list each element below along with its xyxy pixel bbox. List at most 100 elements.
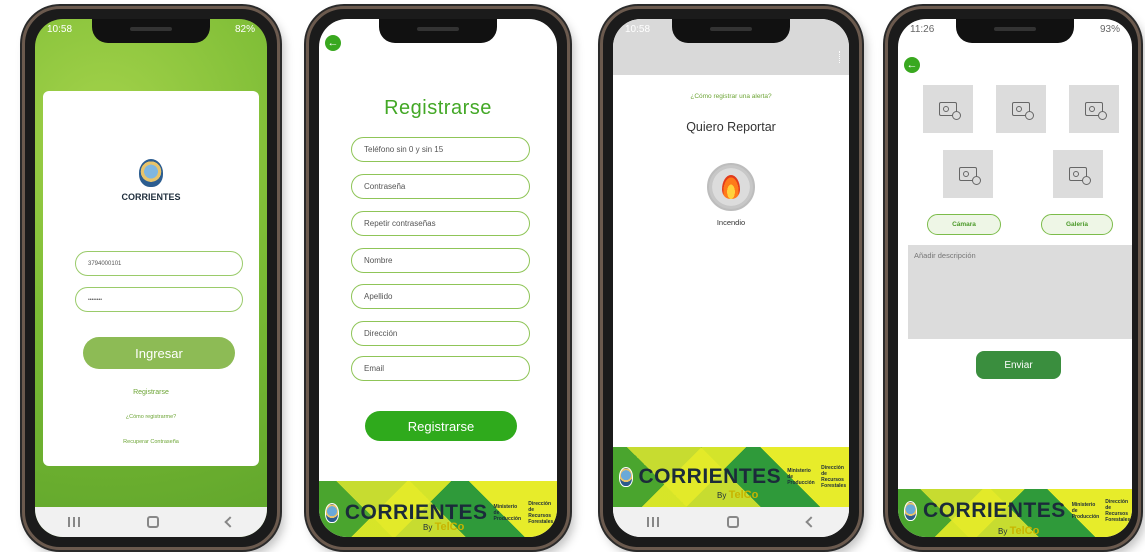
address-field-placeholder: Dirección [364, 329, 398, 338]
name-field[interactable]: Nombre [351, 248, 530, 273]
telco-brand: TelCo [728, 489, 759, 501]
footer-org-2: Dirección de Recursos Forestales [821, 465, 847, 489]
description-placeholder: Añadir descripción [914, 251, 976, 260]
how-register-link[interactable]: ¿Cómo registrarme? [43, 414, 259, 420]
add-photo-icon [959, 167, 981, 185]
recent-apps-icon[interactable] [68, 517, 81, 527]
login-button[interactable]: Ingresar [83, 337, 235, 369]
footer-org-1: Ministerio de Producción [493, 504, 522, 522]
footer-banner: CORRIENTES Ministerio de Producción Dire… [319, 481, 557, 537]
footer-org-1: Ministerio de Producción [1071, 502, 1100, 520]
phone-upload: 11:26 93% ← Cámara Galería Añadir descri… [885, 6, 1141, 550]
register-screen: ← Registrarse Teléfono sin 0 y sin 15 Co… [319, 19, 557, 537]
photo-slot-5[interactable] [1053, 150, 1103, 198]
back-arrow-icon[interactable]: ← [904, 57, 920, 73]
login-card: CORRIENTES 3794000101 •••••••• Ingresar … [43, 91, 259, 466]
recover-password-link[interactable]: Recuperar Contraseña [43, 439, 259, 445]
register-link[interactable]: Registrarse [43, 389, 259, 396]
by-label: By [423, 523, 433, 532]
add-photo-icon [939, 102, 961, 120]
report-heading: Quiero Reportar [686, 120, 776, 134]
login-screen: 10:58 82% CORRIENTES 3794000101 ••••••••… [35, 19, 267, 537]
status-battery: 82% [234, 24, 255, 35]
password-value: •••••••• [88, 296, 103, 303]
gallery-button[interactable]: Galería [1041, 214, 1113, 235]
login-button-label: Ingresar [135, 345, 183, 361]
by-telco: By TelCo [717, 489, 758, 501]
help-link[interactable]: ¿Cómo registrar una alerta? [613, 93, 849, 100]
footer-org-1: Ministerio de Producción [787, 468, 815, 486]
password-input[interactable]: •••••••• [75, 287, 243, 312]
repeat-password-placeholder: Repetir contraseñas [364, 219, 436, 228]
phone-register: ← Registrarse Teléfono sin 0 y sin 15 Co… [306, 6, 570, 550]
surname-field-placeholder: Apellido [364, 292, 393, 301]
send-button-label: Enviar [1004, 359, 1033, 371]
register-title: Registrarse [384, 97, 492, 119]
fire-icon [722, 175, 740, 199]
register-submit-label: Registrarse [407, 418, 475, 434]
back-icon[interactable] [805, 516, 817, 528]
description-textarea[interactable]: Añadir descripción [908, 245, 1132, 339]
status-time: 11:26 [910, 24, 935, 35]
notch [379, 19, 497, 43]
menu-icon[interactable] [839, 51, 843, 63]
recent-apps-icon[interactable] [647, 517, 659, 527]
add-photo-icon [1012, 102, 1034, 120]
password-field[interactable]: Contraseña [351, 174, 530, 199]
camera-button[interactable]: Cámara [927, 214, 1001, 235]
fire-option-label: Incendio [716, 218, 746, 227]
notch [92, 19, 210, 43]
email-field[interactable]: Email [351, 356, 530, 381]
footer-banner: CORRIENTES Ministerio de Producción Dire… [898, 489, 1132, 537]
telco-brand: TelCo [434, 521, 465, 533]
repeat-password-field[interactable]: Repetir contraseñas [351, 211, 530, 236]
phone-value: 3794000101 [88, 260, 122, 267]
corrientes-seal-icon [139, 159, 163, 187]
photo-slot-1[interactable] [923, 85, 973, 133]
footer-banner: CORRIENTES Ministerio de Producción Dire… [613, 447, 849, 507]
send-button[interactable]: Enviar [976, 351, 1061, 379]
corrientes-seal-icon [904, 501, 918, 521]
phone-report: 10:58 ¿Cómo registrar una alerta? Quiero… [600, 6, 862, 550]
surname-field[interactable]: Apellido [351, 284, 530, 309]
gallery-button-label: Galería [1065, 221, 1089, 228]
name-field-placeholder: Nombre [364, 256, 393, 265]
status-time: 10:58 [625, 24, 651, 35]
phone-field[interactable]: Teléfono sin 0 y sin 15 [351, 137, 530, 162]
photo-slot-4[interactable] [943, 150, 993, 198]
telco-brand: TelCo [1009, 525, 1040, 537]
phone-input[interactable]: 3794000101 [75, 251, 243, 276]
home-icon[interactable] [727, 516, 739, 528]
footer-logo: CORRIENTES [923, 499, 1066, 522]
android-nav-bar [613, 507, 849, 537]
by-telco: By TelCo [998, 525, 1039, 537]
phone-login: 10:58 82% CORRIENTES 3794000101 ••••••••… [22, 6, 280, 550]
photo-slot-2[interactable] [996, 85, 1046, 133]
home-icon[interactable] [146, 516, 159, 528]
back-icon[interactable] [223, 516, 236, 528]
android-nav-bar [35, 507, 267, 537]
address-field[interactable]: Dirección [351, 321, 530, 346]
add-photo-icon [1069, 167, 1091, 185]
status-battery: 93% [1099, 24, 1120, 35]
photo-slot-3[interactable] [1069, 85, 1119, 133]
upload-screen: 11:26 93% ← Cámara Galería Añadir descri… [898, 19, 1132, 537]
fire-option-button[interactable] [707, 163, 755, 211]
corrientes-seal-icon [619, 467, 633, 487]
notch [672, 19, 790, 43]
logo-text: CORRIENTES [121, 192, 181, 202]
by-label: By [998, 527, 1008, 536]
footer-org-2: Dirección de Recursos Forestales [1105, 499, 1131, 523]
footer-org-2: Dirección de Recursos Forestales [528, 501, 554, 525]
status-time: 10:58 [47, 24, 73, 35]
add-photo-icon [1085, 102, 1107, 120]
footer-logo: CORRIENTES [344, 501, 488, 524]
footer-logo: CORRIENTES [638, 465, 782, 488]
back-arrow-icon[interactable]: ← [325, 35, 341, 51]
by-telco: By TelCo [423, 521, 464, 533]
notch [956, 19, 1074, 43]
register-submit-button[interactable]: Registrarse [365, 411, 517, 441]
by-label: By [717, 491, 727, 500]
password-field-placeholder: Contraseña [364, 182, 406, 191]
phone-field-placeholder: Teléfono sin 0 y sin 15 [364, 145, 444, 154]
